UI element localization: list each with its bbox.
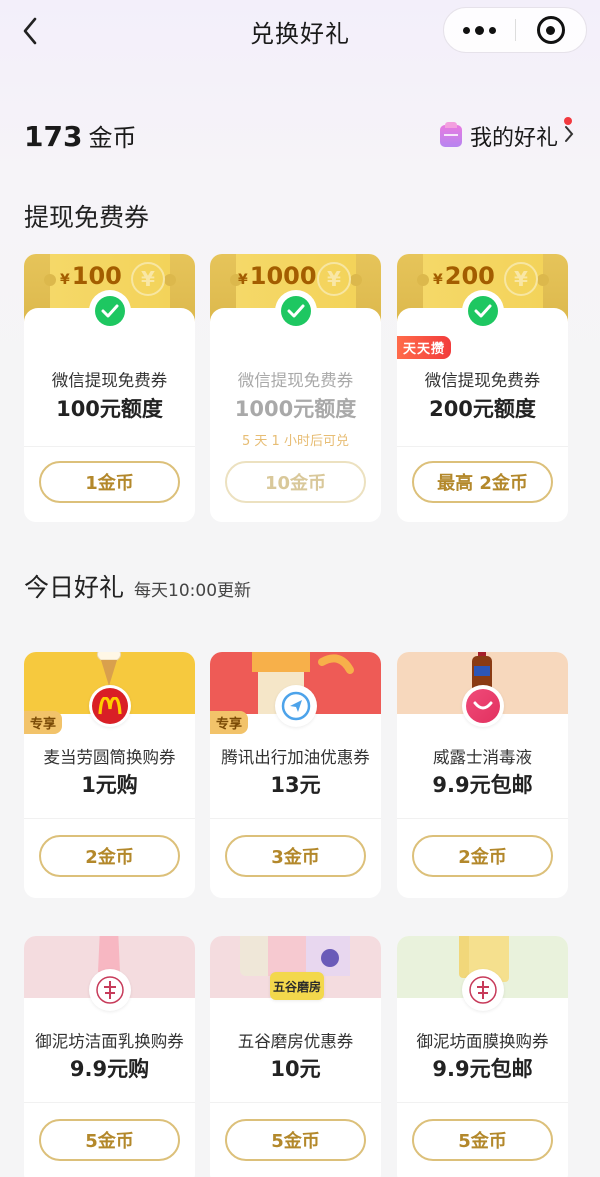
voucher-value: 200元额度 — [429, 397, 536, 421]
wechat-badge — [466, 294, 500, 328]
card-divider — [210, 1102, 381, 1103]
gift-price: 9.9元购 — [69, 1057, 150, 1081]
unlock-countdown: 5 天 1 小时后可兑 — [242, 434, 349, 449]
card-divider — [24, 446, 195, 447]
calendar-gift-icon — [439, 122, 462, 147]
yen-coin-icon: ¥ — [131, 262, 165, 296]
voucher-amount: 200 — [444, 262, 495, 290]
voucher-currency: ¥ — [433, 272, 443, 288]
redeem-button[interactable]: 5金币 — [412, 1119, 553, 1161]
nav-bar: 兑换好礼 — [0, 0, 600, 62]
yunifang-logo-icon — [462, 969, 504, 1011]
gift-price: 1元购 — [81, 773, 138, 797]
redeem-button[interactable]: 1金币 — [39, 461, 180, 503]
coin-balance-unit: 金币 — [88, 124, 137, 152]
yen-coin-icon: ¥ — [504, 262, 538, 296]
voucher-currency: ¥ — [60, 272, 70, 288]
my-gifts-link[interactable]: 我的好礼 — [439, 117, 574, 152]
daily-save-badge: 天天攒 — [397, 336, 452, 359]
gift-card[interactable]: 专享 麦当劳圆筒换购券 1元购 2金币 — [24, 652, 195, 898]
gift-card[interactable]: 御泥坊洁面乳换购券 9.9元购 5金币 — [24, 936, 195, 1177]
redeem-button[interactable]: 2金币 — [412, 835, 553, 877]
voucher-card: ¥1000 ¥ 微信提现免费券 1000元额度 5 天 1 小时后可兑 10金币 — [210, 254, 381, 522]
today-subtitle: 每天10:00更新 — [134, 581, 252, 601]
card-divider — [397, 1102, 568, 1103]
gift-price: 9.9元包邮 — [432, 773, 533, 797]
yunifang-logo-icon — [89, 969, 131, 1011]
notification-dot — [564, 117, 572, 125]
mini-program-capsule — [443, 7, 587, 53]
wechat-check-icon — [468, 296, 498, 326]
coin-balance-value: 173 — [24, 120, 83, 153]
today-title: 今日好礼 — [24, 573, 125, 602]
voucher-value: 100元额度 — [56, 397, 163, 421]
wechat-check-icon — [281, 296, 311, 326]
more-button[interactable] — [444, 8, 515, 52]
gift-card[interactable]: 威露士消毒液 9.9元包邮 2金币 — [397, 652, 568, 898]
voucher-amount: 1000 — [249, 262, 317, 290]
close-mini-program-button[interactable] — [516, 8, 587, 52]
gift-name: 麦当劳圆筒换购券 — [43, 748, 176, 767]
redeem-button[interactable]: 5金币 — [225, 1119, 366, 1161]
card-divider — [24, 1102, 195, 1103]
gift-name: 御泥坊面膜换购券 — [416, 1032, 549, 1051]
gift-card[interactable]: 五谷磨房 五谷磨房优惠券 10元 5金币 — [210, 936, 381, 1177]
card-divider — [210, 818, 381, 819]
my-gifts-label: 我的好礼 — [469, 126, 558, 151]
voucher-card: ¥200 ¥ 天天攒 微信提现免费券 200元额度 最高 2金币 — [397, 254, 568, 522]
voucher-name: 微信提现免费券 — [237, 371, 354, 390]
gift-name: 腾讯出行加油优惠券 — [221, 748, 370, 767]
mcdonalds-logo-icon — [89, 685, 131, 727]
target-icon — [536, 16, 565, 44]
more-dots-icon — [460, 25, 498, 35]
gift-name: 五谷磨房优惠券 — [237, 1032, 354, 1051]
wugumofang-logo-text: 五谷磨房 — [272, 979, 321, 994]
wechat-check-icon — [95, 296, 125, 326]
coin-balance: 173 金币 — [24, 118, 136, 153]
voucher-name: 微信提现免费券 — [424, 371, 541, 390]
gift-card[interactable]: 专享 腾讯出行加油优惠券 13元 3金币 — [210, 652, 381, 898]
redeem-button[interactable]: 最高 2金币 — [412, 461, 553, 503]
chevron-right-icon — [564, 124, 574, 149]
gift-name: 威露士消毒液 — [433, 748, 532, 767]
gift-name: 御泥坊洁面乳换购券 — [35, 1032, 184, 1051]
wechat-badge — [279, 294, 313, 328]
wugumofang-logo-icon: 五谷磨房 — [270, 972, 324, 1000]
redeem-button[interactable]: 2金币 — [39, 835, 180, 877]
exclusive-badge: 专享 — [24, 711, 63, 734]
walch-logo-icon — [462, 685, 504, 727]
section-title-withdraw: 提现免费券 — [24, 203, 150, 232]
wechat-badge — [93, 294, 127, 328]
redeem-button[interactable]: 5金币 — [39, 1119, 180, 1161]
voucher-name: 微信提现免费券 — [51, 371, 168, 390]
card-divider — [24, 818, 195, 819]
card-divider — [397, 446, 568, 447]
yen-coin-icon: ¥ — [317, 262, 351, 296]
gift-price: 9.9元包邮 — [432, 1057, 533, 1081]
voucher-amount: 100 — [71, 262, 122, 290]
gift-price: 13元 — [270, 773, 321, 797]
voucher-currency: ¥ — [238, 272, 248, 288]
exclusive-badge: 专享 — [210, 711, 249, 734]
voucher-card: ¥100 ¥ 微信提现免费券 100元额度 1金币 — [24, 254, 195, 522]
gift-card[interactable]: 御泥坊面膜换购券 9.9元包邮 5金币 — [397, 936, 568, 1177]
section-title-today: 今日好礼 每天10:00更新 — [24, 568, 251, 604]
tencent-mobility-logo-icon — [275, 685, 317, 727]
redeem-button[interactable]: 10金币 — [225, 461, 366, 503]
voucher-value: 1000元额度 — [234, 397, 357, 421]
gift-price: 10元 — [270, 1057, 321, 1081]
redeem-button[interactable]: 3金币 — [225, 835, 366, 877]
card-divider — [397, 818, 568, 819]
